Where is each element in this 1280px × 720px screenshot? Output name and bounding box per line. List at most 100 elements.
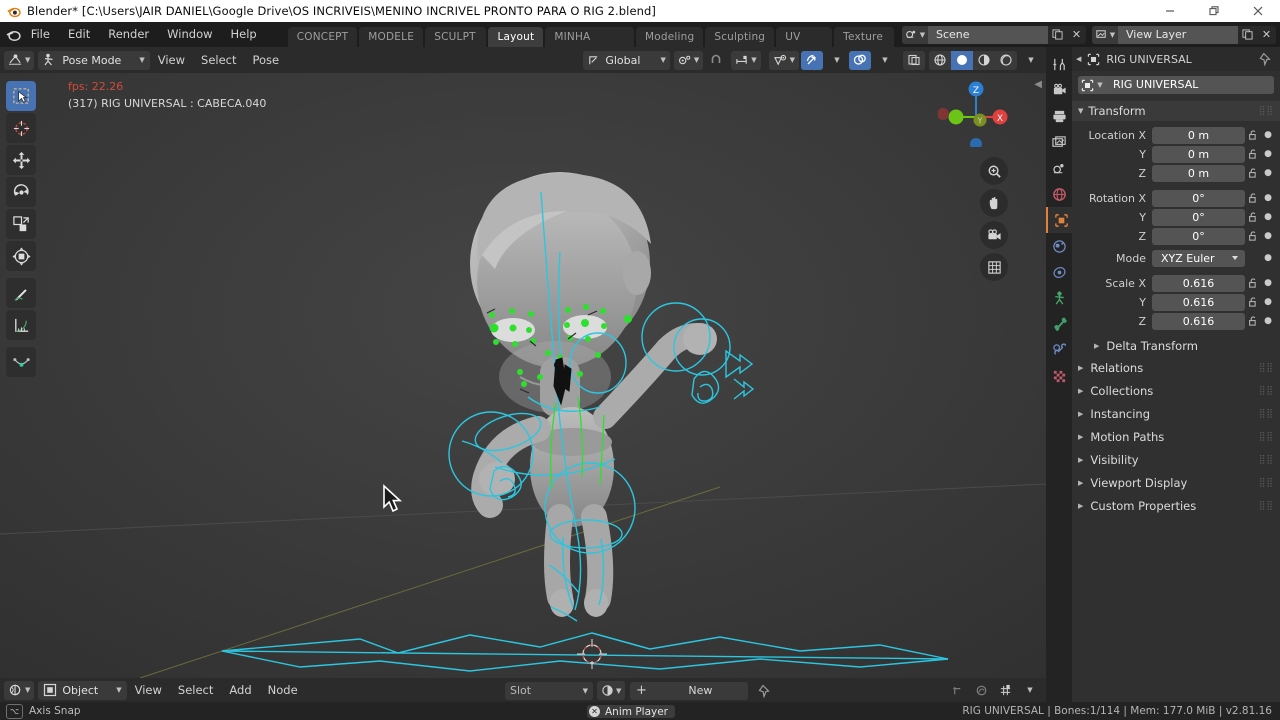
viewport-menu-view[interactable]: View [150,51,193,70]
overlays-icon[interactable] [849,50,871,70]
tweak-select-box-icon[interactable] [6,81,36,111]
mode-selector[interactable]: Pose Mode ▼ [38,50,150,70]
animate-dot-icon[interactable]: ● [1261,168,1275,178]
transform-tool-icon[interactable] [6,241,36,271]
shader-type-selector[interactable]: Object ▼ [38,680,127,700]
animate-dot-icon[interactable]: ● [1261,253,1275,263]
location-y-field[interactable]: 0 m [1152,145,1245,163]
new-scene-icon[interactable] [1048,26,1067,44]
gizmo-icon[interactable] [801,50,823,70]
viewport-menu-pose[interactable]: Pose [245,51,288,70]
pin-icon[interactable] [1259,52,1273,66]
snap-back-icon[interactable] [946,681,968,700]
minimize-icon[interactable] [1148,0,1192,22]
animate-dot-icon[interactable]: ● [1261,297,1275,307]
pin-icon[interactable] [758,684,772,698]
menu-window[interactable]: Window [158,24,221,45]
snap-dropdown-icon[interactable]: ▼ [1018,681,1040,700]
unlocked-icon[interactable] [1245,192,1261,204]
physics-tab-icon[interactable] [1046,259,1072,285]
scene-icon[interactable]: ▼ [902,25,928,44]
snap-magnet-icon[interactable] [705,51,727,70]
view-layer-selector[interactable]: ▼ View Layer ✕ [1092,25,1276,44]
unlocked-icon[interactable] [1245,296,1261,308]
view-layer-icon[interactable]: ▼ [1092,25,1118,44]
sidebar-open-arrow-icon[interactable]: ◀ [1034,79,1042,90]
view-layer-tab-icon[interactable] [1046,129,1072,155]
animate-dot-icon[interactable]: ● [1261,212,1275,222]
location-z-field[interactable]: 0 m [1152,164,1245,182]
unlocked-icon[interactable] [1245,230,1261,242]
instancing-panel[interactable]: ▶ Instancing ⣿⣿ [1072,403,1280,425]
move-tool-icon[interactable] [6,145,36,175]
render-tab-icon[interactable] [1046,77,1072,103]
unlink-scene-icon[interactable]: ✕ [1067,26,1086,44]
close-icon[interactable] [1236,0,1280,22]
animate-dot-icon[interactable]: ● [1261,193,1275,203]
shading-material-icon[interactable] [973,51,995,70]
unlocked-icon[interactable] [1245,167,1261,179]
viewport-menu-select[interactable]: Select [193,51,244,70]
restore-icon[interactable] [1192,0,1236,22]
object-visibility-selector[interactable]: ▼ [768,50,799,70]
visibility-panel[interactable]: ▶ Visibility ⣿⣿ [1072,449,1280,471]
output-tab-icon[interactable] [1046,103,1072,129]
delta-transform-panel[interactable]: ▶ Delta Transform [1072,336,1280,356]
xray-toggle-icon[interactable] [903,50,925,70]
unlocked-icon[interactable] [1245,129,1261,141]
unlocked-icon[interactable] [1245,211,1261,223]
transform-panel-header[interactable]: ▼ Transform ⣿⣿ [1072,101,1280,121]
unlocked-icon[interactable] [1245,315,1261,327]
workspace-tab-modeling[interactable]: Modeling [635,27,704,47]
object-data-icon[interactable]: ▼ [1078,76,1106,94]
scene-selector[interactable]: ▼ Scene ✕ [902,25,1086,44]
view-layer-name[interactable]: View Layer [1118,25,1238,44]
toggle-ortho-icon[interactable] [980,253,1008,281]
annotate-tool-icon[interactable] [6,278,36,308]
animate-dot-icon[interactable]: ● [1261,130,1275,140]
editor-type-3dview-icon[interactable]: ▼ [4,50,35,70]
viewport-display-panel[interactable]: ▶ Viewport Display ⣿⣿ [1072,472,1280,494]
viewport-3d[interactable]: ▼ Pose Mode ▼ View Select Pose Global ▼ … [0,47,1046,678]
menu-help[interactable]: Help [222,24,266,45]
breakdowner-tool-icon[interactable] [6,347,36,377]
unlocked-icon[interactable] [1245,148,1261,160]
scene-name[interactable]: Scene [928,25,1048,44]
relations-panel[interactable]: ▶ Relations ⣿⣿ [1072,357,1280,379]
anim-player-badge[interactable]: ✕ Anim Player [587,705,675,718]
custom-properties-panel[interactable]: ▶ Custom Properties ⣿⣿ [1072,495,1280,517]
world-tab-icon[interactable] [1046,181,1072,207]
workspace-tab-sculpt-art[interactable]: SCULPT ART [425,27,487,63]
workspace-tab-sculpting[interactable]: Sculpting [705,27,775,47]
object-id-block[interactable]: ▼ RIG UNIVERSAL [1072,71,1280,96]
modifier-tab-icon[interactable] [1046,233,1072,259]
bone-tab-icon[interactable] [1046,311,1072,337]
animate-dot-icon[interactable]: ● [1261,278,1275,288]
workspace-tab-layout[interactable]: Layout [488,27,544,47]
workspace-tab-modele-art[interactable]: MODELE ART [359,27,424,63]
scale-tool-icon[interactable] [6,209,36,239]
shader-menu-view[interactable]: View [127,681,170,700]
scale-y-field[interactable]: 0.616 [1152,293,1245,311]
new-material-button[interactable]: + New [630,681,749,700]
new-material-label[interactable]: New [652,682,748,700]
menu-edit[interactable]: Edit [59,24,99,45]
new-view-layer-icon[interactable] [1238,26,1257,44]
workspace-tab-uv-editing[interactable]: UV Editing [776,27,833,63]
unlocked-icon[interactable] [1245,277,1261,289]
rotation-x-field[interactable]: 0° [1152,189,1245,207]
rotation-z-field[interactable]: 0° [1152,227,1245,245]
proportional-edit-icon[interactable] [970,681,992,700]
shader-menu-select[interactable]: Select [170,681,221,700]
add-material-icon[interactable]: + [630,682,652,700]
location-x-field[interactable]: 0 m [1152,126,1245,144]
shader-menu-add[interactable]: Add [221,681,259,700]
overlays-dropdown-icon[interactable]: ▼ [873,51,895,70]
animate-dot-icon[interactable]: ● [1261,316,1275,326]
shading-solid-icon[interactable] [951,50,973,70]
scene-tab-icon[interactable] [1046,155,1072,181]
pan-view-icon[interactable] [980,189,1008,217]
object-name-field[interactable]: RIG UNIVERSAL [1106,76,1274,94]
material-browse-selector[interactable]: ▼ [597,681,626,700]
shading-wireframe-icon[interactable] [929,51,951,70]
